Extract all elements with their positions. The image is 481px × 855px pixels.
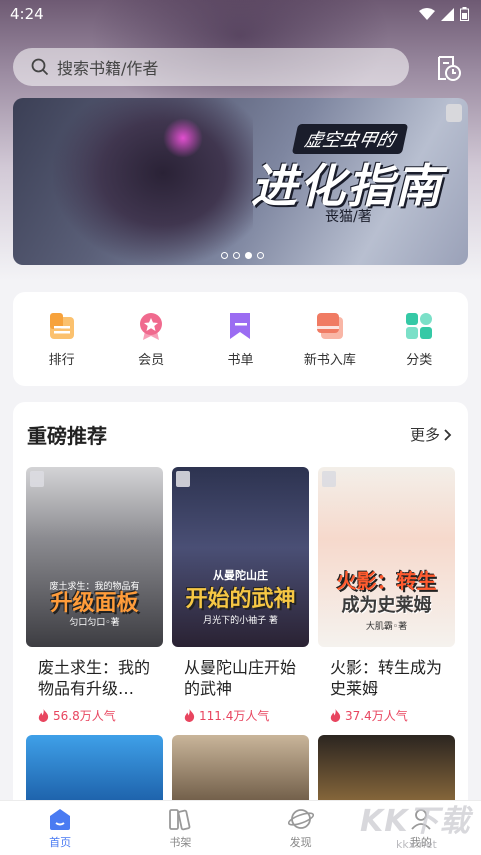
quick-item-label: 书单 (227, 352, 254, 368)
tab-bookshelf[interactable]: 书架 (140, 807, 220, 850)
popularity-count: 111.4万人气 (199, 709, 270, 723)
publisher-logo (322, 471, 336, 487)
publisher-logo (176, 471, 190, 487)
book-title: 从曼陀山庄开始的武神 (184, 658, 297, 698)
featured-banner[interactable]: 虚空虫甲的 进化指南 丧猫/著 (13, 98, 468, 265)
cover-author: 大肌霸◦著 (365, 622, 408, 632)
banner-dot[interactable] (221, 252, 228, 259)
banner-author: 丧猫/著 (325, 209, 372, 225)
book-card[interactable]: 废土求生：我的物品有 升级面板 匀口匀口◦著 废土求生：我的物品有升级… 56.… (26, 467, 163, 724)
quick-menu: 排行 会员 书单 新书入库 分类 (13, 292, 468, 386)
book-cover-partial[interactable] (318, 735, 455, 805)
popularity-count: 37.4万人气 (345, 709, 408, 723)
banner-dot-active[interactable] (245, 252, 252, 259)
quick-item-label: 新书入库 (303, 352, 356, 368)
new-books-icon (316, 312, 343, 339)
bookshelf-icon (169, 808, 191, 830)
more-link[interactable]: 更多 (410, 424, 452, 445)
book-cover: 废土求生：我的物品有 升级面板 匀口匀口◦著 (26, 467, 163, 647)
banner-pagination (221, 252, 264, 259)
quick-item-vip[interactable]: 会员 (111, 311, 191, 368)
book-cover: 火影：转生 成为史莱姆 大肌霸◦著 (318, 467, 455, 647)
history-icon (438, 56, 461, 81)
popularity: 111.4万人气 (172, 707, 309, 724)
banner-dot[interactable] (233, 252, 240, 259)
fire-icon (38, 709, 49, 722)
booklist-icon (230, 312, 251, 339)
section-title: 重磅推荐 (27, 424, 107, 448)
fire-icon (330, 709, 341, 722)
book-cover-partial[interactable] (26, 735, 163, 805)
quick-item-label: 分类 (406, 352, 433, 368)
signal-icon (441, 7, 454, 21)
cover-subtitle: 成为史莱姆 (341, 595, 432, 616)
book-card[interactable]: 火影：转生 成为史莱姆 大肌霸◦著 火影：转生成为史莱姆 37.4万人气 (318, 467, 455, 724)
book-cover-partial[interactable] (172, 735, 309, 805)
chevron-right-icon (444, 428, 452, 441)
popularity: 56.8万人气 (26, 707, 163, 724)
search-icon (31, 58, 49, 76)
tab-label: 书架 (169, 835, 192, 849)
battery-icon (460, 7, 469, 21)
popularity: 37.4万人气 (318, 707, 455, 724)
recommend-section: 重磅推荐 更多 废土求生：我的物品有 升级面板 匀口匀口◦著 废土求生：我的物品… (13, 402, 468, 855)
quick-item-new-books[interactable]: 新书入库 (290, 311, 370, 368)
reading-history-button[interactable] (430, 50, 466, 86)
watermark-url: kkx.net (396, 838, 437, 851)
tab-label: 首页 (49, 835, 72, 849)
banner-dot[interactable] (257, 252, 264, 259)
vip-badge-icon (140, 312, 163, 340)
tab-home[interactable]: 首页 (20, 807, 100, 850)
category-icon (406, 312, 433, 339)
tab-label: 发现 (289, 835, 312, 849)
popularity-count: 56.8万人气 (53, 709, 116, 723)
tab-discover[interactable]: 发现 (261, 807, 341, 850)
publisher-logo (446, 104, 462, 122)
publisher-logo (30, 471, 44, 487)
quick-item-ranking[interactable]: 排行 (22, 311, 102, 368)
book-title: 火影：转生成为史莱姆 (330, 658, 443, 698)
book-card[interactable]: 从曼陀山庄 开始的武神 月光下的小袖子 著 从曼陀山庄开始的武神 111.4万人… (172, 467, 309, 724)
quick-item-label: 会员 (138, 352, 165, 368)
status-time: 4:24 (10, 5, 44, 23)
discover-icon (287, 808, 314, 829)
cover-title: 火影：转生 (336, 569, 437, 593)
search-input[interactable]: 搜索书籍/作者 (13, 48, 409, 86)
ranking-icon (49, 312, 74, 339)
watermark: KK下载 (360, 804, 471, 839)
cover-title: 开始的武神 (185, 587, 296, 612)
banner-character-art (53, 98, 253, 265)
quick-item-booklist[interactable]: 书单 (200, 311, 280, 368)
book-cover: 从曼陀山庄 开始的武神 月光下的小袖子 著 (172, 467, 309, 647)
search-placeholder: 搜索书籍/作者 (57, 59, 159, 78)
quick-item-category[interactable]: 分类 (379, 311, 459, 368)
wifi-icon (419, 7, 435, 20)
fire-icon (184, 709, 195, 722)
home-icon (50, 808, 71, 830)
quick-item-label: 排行 (48, 352, 75, 368)
cover-author: 月光下的小袖子 著 (203, 616, 278, 626)
cover-author: 匀口匀口◦著 (69, 618, 120, 628)
cover-title: 升级面板 (50, 591, 139, 616)
more-label: 更多 (409, 426, 440, 444)
status-bar: 4:24 (0, 0, 481, 28)
book-title: 废土求生：我的物品有升级… (38, 658, 151, 698)
status-icons (419, 7, 469, 21)
